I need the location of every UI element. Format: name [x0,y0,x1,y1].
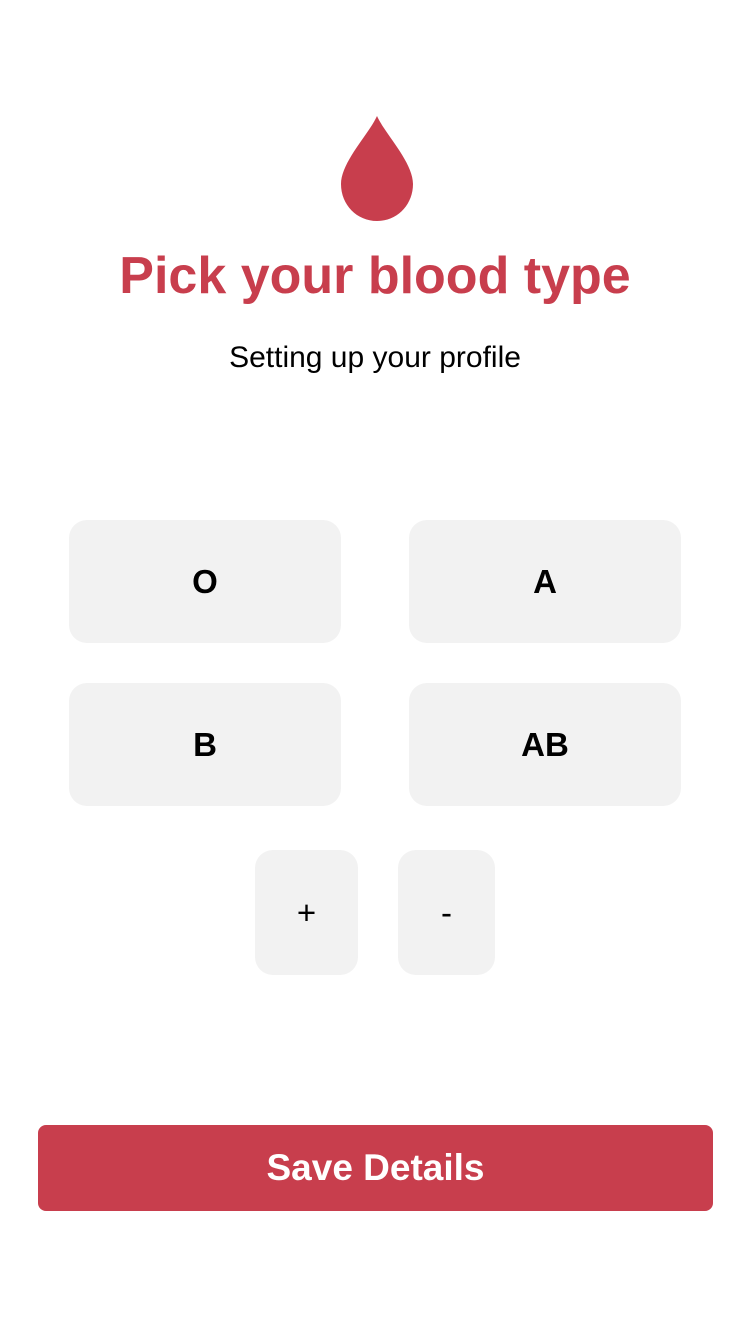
blood-type-screen: Pick your blood type Setting up your pro… [0,0,750,1334]
rh-positive-label: + [296,893,317,931]
blood-type-o-button[interactable]: O [69,520,341,643]
blood-type-o-label: O [192,562,218,600]
rh-negative-label: - [441,893,452,931]
rh-negative-button[interactable]: - [398,850,495,975]
save-details-button[interactable]: Save Details [38,1125,713,1211]
rh-positive-button[interactable]: + [255,850,358,975]
page-title: Pick your blood type [119,247,631,305]
blood-type-b-button[interactable]: B [69,683,341,806]
blood-type-ab-label: AB [521,725,569,763]
blood-type-a-label: A [533,562,557,600]
blood-type-ab-button[interactable]: AB [409,683,681,806]
save-details-label: Save Details [266,1147,485,1188]
blood-drop-icon [339,114,415,224]
blood-type-a-button[interactable]: A [409,520,681,643]
blood-type-b-label: B [193,725,217,763]
page-subtitle: Setting up your profile [229,341,521,374]
